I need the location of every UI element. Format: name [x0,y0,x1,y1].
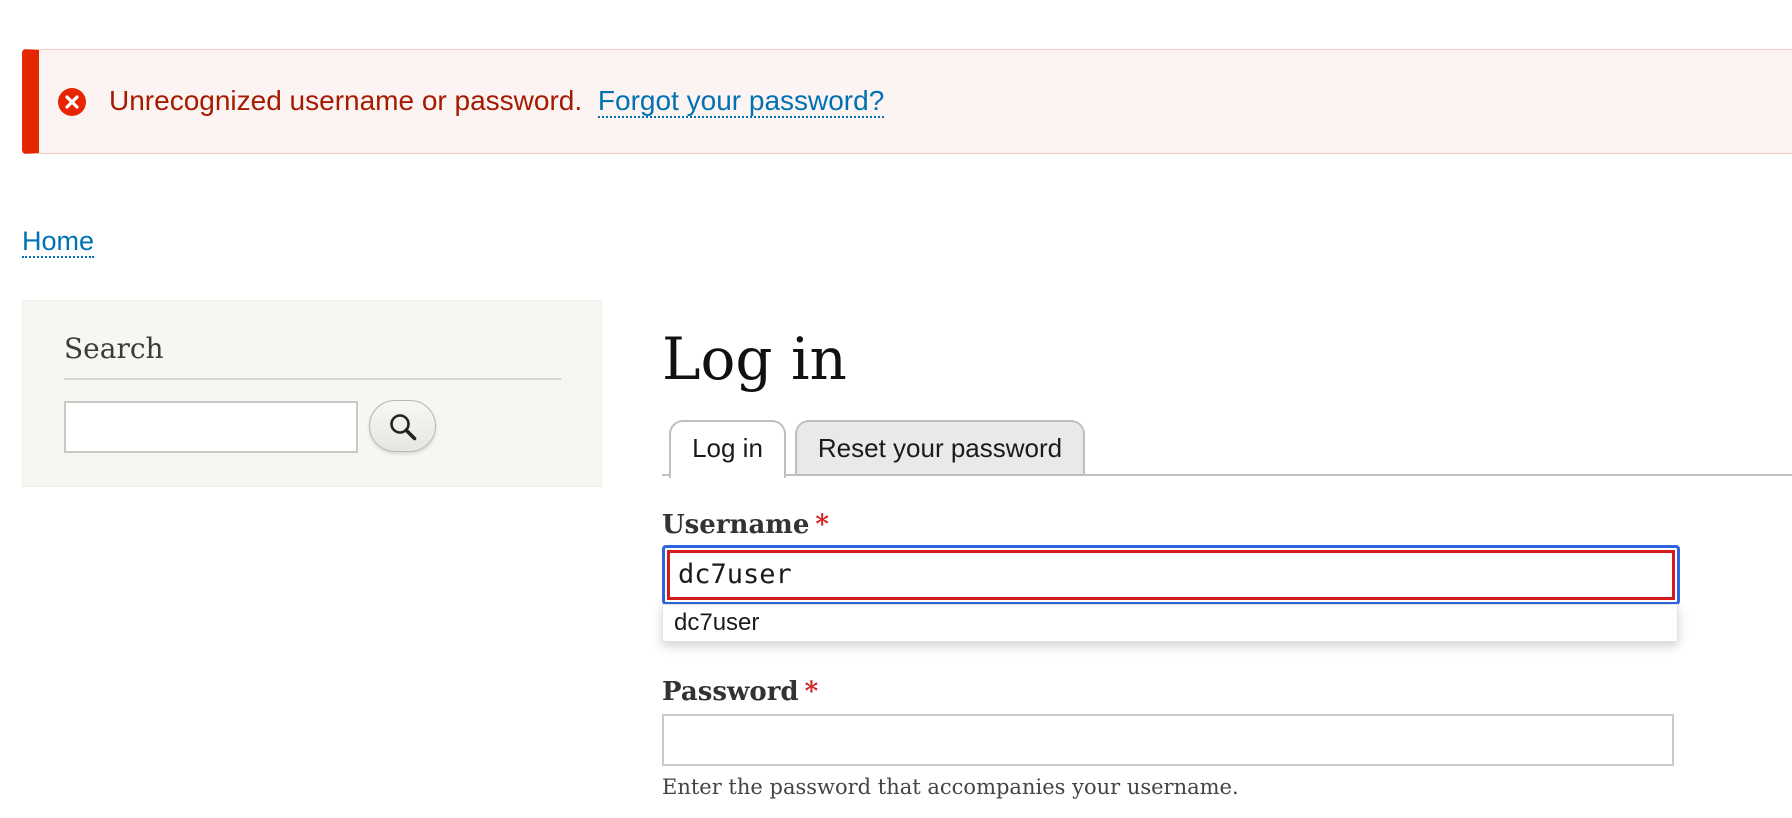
search-button[interactable] [369,400,436,452]
breadcrumb: Home [22,224,95,258]
autocomplete-suggestion[interactable]: dc7user [662,604,1678,642]
username-label-text: Username [662,510,810,540]
tab-reset-password[interactable]: Reset your password [795,420,1085,474]
error-message: Unrecognized username or password. Forgo… [109,83,885,119]
required-marker: * [804,677,819,707]
password-description: Enter the password that accompanies your… [662,775,1239,799]
required-marker: * [815,510,829,540]
tab-log-in[interactable]: Log in [669,420,786,478]
sidebar-search-block: Search [22,300,602,487]
error-icon [58,88,86,116]
search-block-divider [64,378,561,380]
username-field[interactable]: dc7user [662,545,1680,605]
primary-tabs: Log in Reset your password [662,420,1792,478]
magnifier-icon [388,412,418,442]
page-title: Log in [662,325,847,393]
password-label-text: Password [662,677,799,707]
password-field[interactable] [662,714,1674,766]
password-label: Password * [662,675,818,709]
error-message-text: Unrecognized username or password. [109,85,583,116]
breadcrumb-home-link[interactable]: Home [22,226,95,258]
username-field-value[interactable]: dc7user [667,550,1675,600]
search-input[interactable] [64,401,358,453]
search-block-title: Search [64,332,164,365]
error-message-banner: Unrecognized username or password. Forgo… [22,49,1792,154]
username-label: Username * [662,508,829,542]
forgot-password-link[interactable]: Forgot your password? [597,85,885,118]
